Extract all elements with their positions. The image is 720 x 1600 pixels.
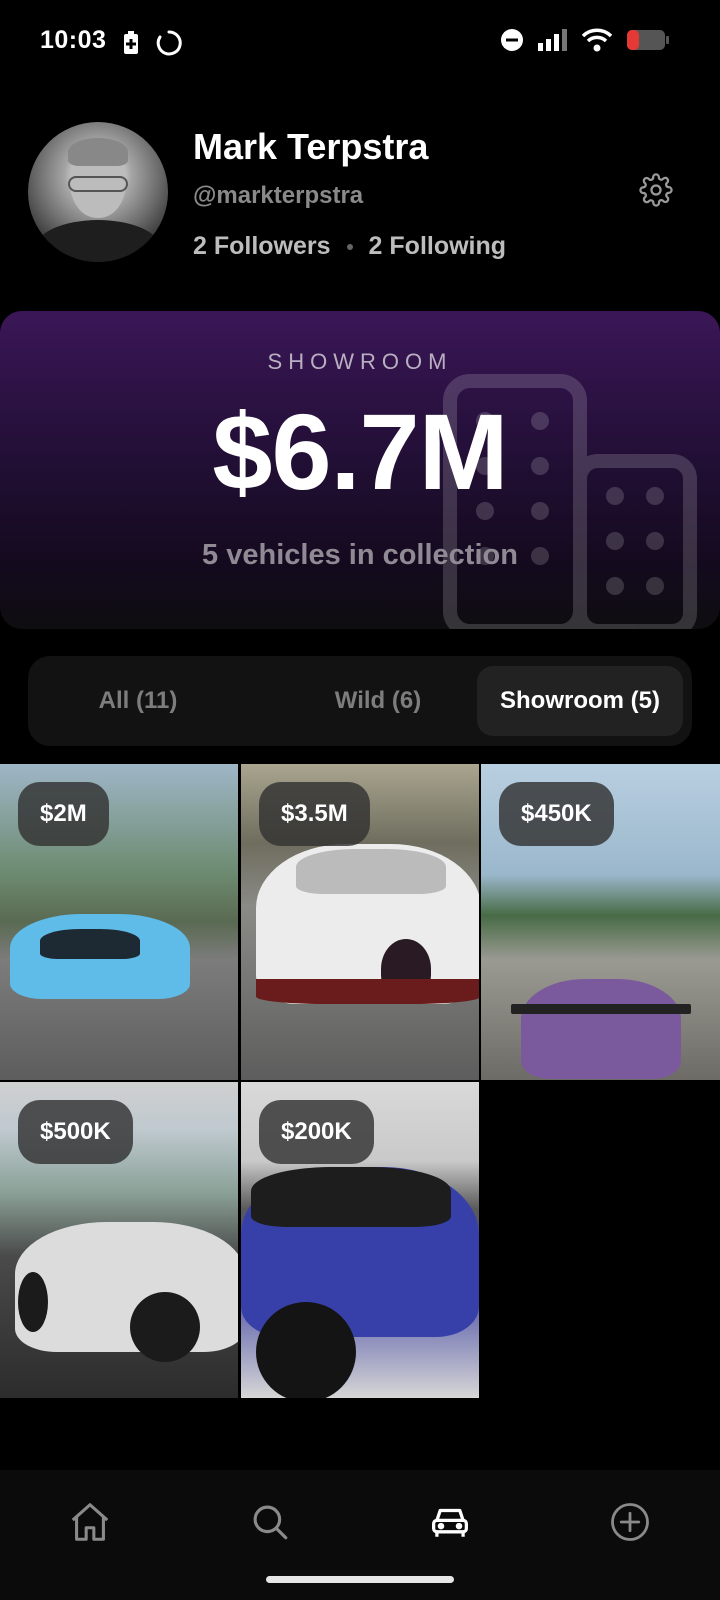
avatar[interactable]	[28, 122, 168, 262]
followers-link[interactable]: 2 Followers	[193, 232, 331, 261]
profile-name: Mark Terpstra	[193, 126, 429, 167]
vehicle-tile[interactable]: $500K	[0, 1082, 238, 1398]
nav-garage[interactable]	[420, 1494, 480, 1554]
vehicle-tile[interactable]: $200K	[241, 1082, 479, 1398]
price-badge: $3.5M	[259, 782, 370, 846]
price-badge: $500K	[18, 1100, 133, 1164]
settings-button[interactable]	[636, 172, 676, 212]
battery-icon	[626, 29, 670, 56]
battery-saver-icon	[122, 30, 140, 61]
price-badge: $200K	[259, 1100, 374, 1164]
showroom-label: SHOWROOM	[267, 349, 453, 374]
profile-handle: @markterpstra	[193, 182, 364, 209]
signal-icon	[538, 29, 568, 56]
vehicle-tile[interactable]: $2M	[0, 764, 238, 1080]
loading-icon	[156, 30, 182, 61]
filter-tabs: All (11) Wild (6) Showroom (5)	[28, 656, 692, 746]
vehicle-tile[interactable]: $3.5M	[241, 764, 479, 1080]
tab-showroom[interactable]: Showroom (5)	[477, 666, 683, 736]
tab-all[interactable]: All (11)	[38, 666, 238, 736]
dnd-icon	[500, 28, 524, 57]
nav-search[interactable]	[240, 1494, 300, 1554]
following-link[interactable]: 2 Following	[369, 232, 507, 261]
wifi-icon	[581, 28, 613, 57]
follow-stats: 2 Followers 2 Following	[193, 232, 506, 261]
showroom-card: SHOWROOM $6.7M 5 vehicles in collection	[0, 311, 720, 629]
status-time: 10:03	[40, 26, 107, 54]
nav-home[interactable]	[60, 1494, 120, 1554]
status-bar: 10:03	[0, 0, 720, 84]
gear-icon	[639, 172, 673, 212]
showroom-total-value: $6.7M	[212, 391, 508, 512]
price-badge: $450K	[499, 782, 614, 846]
nav-add[interactable]	[600, 1494, 660, 1554]
showroom-subtitle: 5 vehicles in collection	[202, 539, 518, 571]
price-badge: $2M	[18, 782, 109, 846]
add-icon	[609, 1501, 651, 1548]
tab-wild[interactable]: Wild (6)	[278, 666, 478, 736]
home-indicator[interactable]	[266, 1576, 454, 1583]
separator-dot	[346, 243, 353, 250]
vehicle-tile[interactable]: $450K	[481, 764, 720, 1080]
home-icon	[67, 1499, 113, 1550]
search-icon	[249, 1501, 291, 1548]
car-icon	[430, 1504, 470, 1545]
